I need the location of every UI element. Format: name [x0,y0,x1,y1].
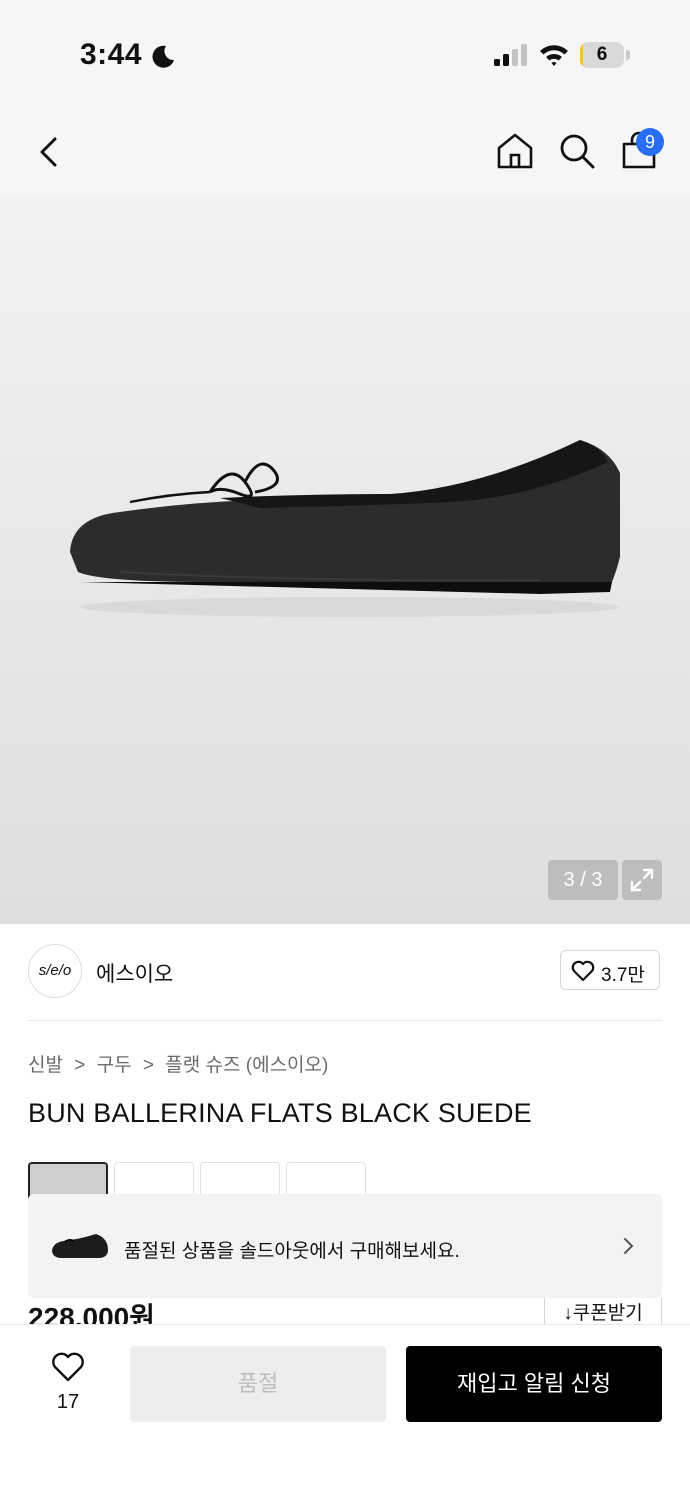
product-shoe-image [70,440,620,617]
image-counter: 3 / 3 [548,860,618,900]
back-icon[interactable] [30,132,70,172]
product-image-gallery[interactable]: 3 / 3 [0,196,690,924]
expand-button[interactable] [622,860,662,900]
product-title: BUN BALLERINA FLATS BLACK SUEDE [28,1098,532,1128]
breadcrumb-item[interactable]: 신발 [28,1055,63,1076]
brand-like-button[interactable]: 3.7만 [560,950,660,990]
wifi-icon [540,45,568,66]
cart-count-badge: 9 [636,128,664,156]
search-icon[interactable] [556,130,598,172]
shoe-thumbnail [52,1234,108,1258]
soldout-banner[interactable]: 품절된 상품을 솔드아웃에서 구매해보세요. [28,1194,662,1298]
breadcrumb-item[interactable]: 구두 [97,1055,132,1076]
battery-indicator: 6 [580,42,632,68]
cellular-signal-icon [494,44,527,66]
soldout-banner-text: 품절된 상품을 솔드아웃에서 구매해보세요. [124,1241,460,1262]
divider [28,1020,662,1021]
home-icon[interactable] [494,130,536,172]
breadcrumb: 신발 > 구두 > 플랫 슈즈 (에스이오) [28,1050,334,1077]
heart-icon [52,1352,84,1382]
top-nav [0,110,690,196]
soldout-button: 품절 [130,1346,386,1422]
wishlist-button[interactable]: 17 [40,1347,96,1417]
status-bar: 3:44 6 [0,0,690,110]
breadcrumb-separator: > [142,1055,154,1076]
breadcrumb-separator: > [74,1055,86,1076]
breadcrumb-item[interactable]: 플랫 슈즈 (에스이오) [165,1055,328,1076]
expand-icon [630,868,654,892]
status-time: 3:44 [80,38,143,71]
chevron-right-icon [624,1238,634,1254]
moon-icon [152,45,174,68]
battery-level: 6 [596,44,608,65]
brand-logo[interactable]: s/e/o [28,944,82,998]
bottom-action-bar: 17 품절 재입고 알림 신청 [0,1324,690,1501]
restock-alert-button[interactable]: 재입고 알림 신청 [406,1346,662,1422]
brand-like-count: 3.7만 [601,965,645,986]
wishlist-count: 17 [56,1391,80,1413]
heart-icon [571,960,595,982]
brand-name[interactable]: 에스이오 [96,958,173,988]
